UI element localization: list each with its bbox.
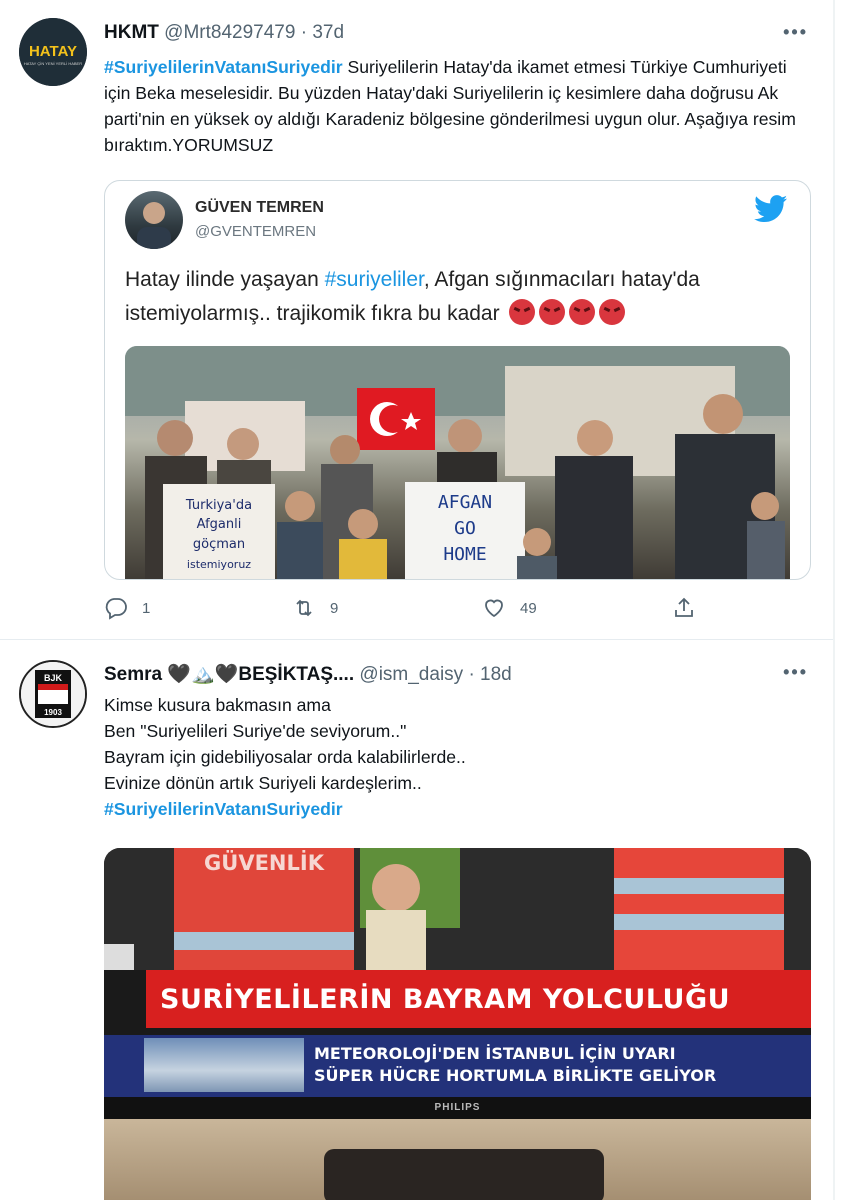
handle-and-time[interactable]: @Mrt84297479 · 37d — [164, 22, 344, 43]
tweet-line: Ben "Suriyelileri Suriye'de seviyorum.." — [104, 721, 407, 741]
tweet-header: HKMT @Mrt84297479 · 37d — [104, 22, 344, 44]
avatar[interactable]: HATAY HATAY ÇİN YENİ YERLİ HABER — [19, 18, 87, 86]
quoted-text: Hatay ilinde yaşayan #suriyeliler, Afgan… — [125, 263, 795, 331]
reply-icon — [105, 598, 127, 620]
ticker-line: METEOROLOJİ'DEN İSTANBUL İÇİN UYARI — [314, 1044, 676, 1063]
timeline-border — [833, 0, 835, 1200]
besiktas-crest-icon: BJK 1903 — [21, 662, 85, 726]
hatay-logo-icon: HATAY HATAY ÇİN YENİ YERLİ HABER — [19, 18, 87, 86]
hashtag-link[interactable]: #SuriyelilerinVatanıSuriyedir — [104, 796, 816, 822]
tweet-actions: 1 9 49 — [104, 596, 704, 626]
handle-and-time[interactable]: @ism_daisy · 18d — [359, 664, 511, 685]
ticker-line: SÜPER HÜCRE HORTUMLA BİRLİKTE GELİYOR — [314, 1066, 717, 1085]
quoted-name: GÜVEN TEMREN — [195, 199, 324, 216]
weather-thumbnail — [144, 1038, 304, 1092]
tv-brand: PHILIPS — [104, 1097, 811, 1119]
tweet-line: Kimse kusura bakmasın ama — [104, 695, 331, 715]
display-name[interactable]: HKMT — [104, 22, 159, 43]
ticker-text: METEOROLOJİ'DEN İSTANBUL İÇİN UYARI SÜPE… — [314, 1043, 716, 1087]
quoted-tweet-image[interactable]: GÜVEN TEMREN @GVENTEMREN Hatay ilinde ya… — [104, 180, 811, 580]
speaker — [324, 1149, 604, 1200]
angry-face-icon — [509, 299, 536, 325]
quoted-handle: @GVENTEMREN — [195, 223, 317, 240]
svg-text:Turkiya'da: Turkiya'da — [185, 498, 252, 513]
like-count: 49 — [520, 599, 537, 617]
svg-text:BJK: BJK — [44, 673, 63, 683]
retweet-icon — [296, 599, 312, 617]
like-button[interactable]: 49 — [482, 596, 537, 620]
vest-text: GÜVENLİK — [204, 850, 325, 875]
svg-text:Afganli: Afganli — [197, 517, 242, 532]
avatar-text: HATAY — [29, 43, 77, 60]
retweet-button[interactable]: 9 — [292, 596, 338, 620]
avatar[interactable]: BJK 1903 — [19, 660, 87, 728]
angry-face-icon — [599, 299, 626, 325]
tweet-media-image[interactable]: GÜVENLİK SURİYELİLERİN BAYRAM YOLCULUĞU … — [104, 848, 811, 1200]
news-headline-bar: SURİYELİLERİN BAYRAM YOLCULUĞU — [146, 970, 811, 1028]
more-options-button[interactable]: ••• — [783, 22, 808, 43]
retweet-count: 9 — [330, 599, 339, 617]
tweet-header: Semra 🖤🏔️🖤BEŞİKTAŞ.... @ism_daisy · 18d — [104, 662, 512, 686]
svg-text:HOME: HOME — [443, 544, 486, 565]
reply-button[interactable]: 1 — [104, 596, 150, 620]
more-options-button[interactable]: ••• — [783, 662, 808, 683]
share-button[interactable] — [672, 596, 696, 620]
reply-count: 1 — [142, 599, 151, 617]
heart-icon — [485, 599, 503, 618]
quoted-avatar — [125, 191, 183, 249]
svg-text:AFGAN: AFGAN — [438, 492, 492, 513]
protest-photo: Turkiya'da Afganli göçman istemiyoruz AF… — [125, 346, 790, 579]
news-ticker: METEOROLOJİ'DEN İSTANBUL İÇİN UYARI SÜPE… — [104, 1035, 811, 1097]
quoted-hashtag: #suriyeliler — [324, 268, 424, 291]
angry-face-icon — [569, 299, 596, 325]
tweet-text: #SuriyelilerinVatanıSuriyedir Suriyelile… — [104, 54, 816, 158]
svg-text:göçman: göçman — [193, 537, 245, 552]
quoted-text-start: Hatay ilinde yaşayan — [125, 268, 325, 291]
news-headline: SURİYELİLERİN BAYRAM YOLCULUĞU — [160, 983, 731, 1015]
twitter-bird-icon — [754, 195, 788, 223]
tweet-line: Evinize dönün artık Suriyeli kardeşlerim… — [104, 773, 422, 793]
share-icon — [675, 597, 693, 617]
tweet[interactable]: HATAY HATAY ÇİN YENİ YERLİ HABER HKMT @M… — [0, 0, 833, 640]
hashtag-link[interactable]: #SuriyelilerinVatanıSuriyedir — [104, 57, 343, 77]
angry-face-icon — [539, 299, 566, 325]
tv-stand — [104, 1119, 811, 1200]
svg-text:istemiyoruz: istemiyoruz — [187, 558, 251, 571]
svg-text:GO: GO — [454, 518, 476, 539]
tweet[interactable]: BJK 1903 Semra 🖤🏔️🖤BEŞİKTAŞ.... @ism_dai… — [0, 640, 833, 1200]
tweet-text: Kimse kusura bakmasın ama Ben "Suriyelil… — [104, 692, 816, 822]
display-name[interactable]: Semra 🖤🏔️🖤BEŞİKTAŞ.... — [104, 664, 354, 685]
tweet-line: Bayram için gidebiliyosalar orda kalabil… — [104, 747, 466, 767]
avatar-subtext: HATAY ÇİN YENİ YERLİ HABER — [24, 61, 82, 66]
svg-text:1903: 1903 — [44, 708, 62, 717]
